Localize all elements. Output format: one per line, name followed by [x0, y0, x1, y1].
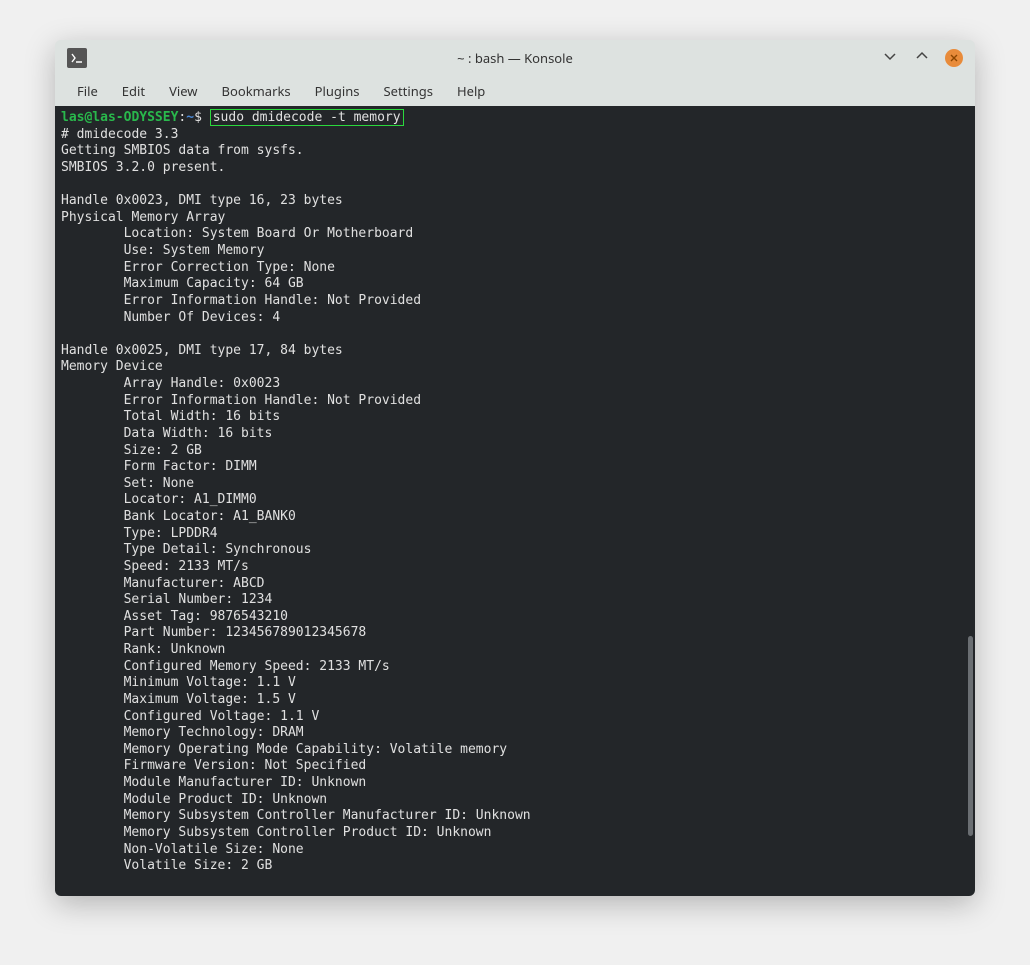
output-blank — [61, 177, 967, 194]
output-prop: Serial Number: 1234 — [61, 592, 967, 609]
output-prop: Configured Voltage: 1.1 V — [61, 709, 967, 726]
output-prop: Asset Tag: 9876543210 — [61, 609, 967, 626]
output-prop: Total Width: 16 bits — [61, 409, 967, 426]
output-blank — [61, 326, 967, 343]
output-prop: Memory Subsystem Controller Product ID: … — [61, 825, 967, 842]
output-line: Memory Device — [61, 359, 967, 376]
output-prop: Minimum Voltage: 1.1 V — [61, 675, 967, 692]
window-title: ~ : bash — Konsole — [457, 49, 573, 67]
output-prop: Error Correction Type: None — [61, 260, 967, 277]
menu-help[interactable]: Help — [445, 76, 497, 106]
maximize-button[interactable] — [913, 49, 931, 68]
output-line: # dmidecode 3.3 — [61, 127, 967, 144]
output-prop: Memory Operating Mode Capability: Volati… — [61, 742, 967, 759]
menubar: File Edit View Bookmarks Plugins Setting… — [55, 76, 975, 106]
output-prop: Part Number: 123456789012345678 — [61, 625, 967, 642]
output-prop: Locator: A1_DIMM0 — [61, 492, 967, 509]
scrollbar-thumb[interactable] — [968, 636, 973, 836]
app-icon — [67, 48, 87, 68]
output-prop: Firmware Version: Not Specified — [61, 758, 967, 775]
menu-file[interactable]: File — [65, 76, 110, 106]
output-prop: Configured Memory Speed: 2133 MT/s — [61, 659, 967, 676]
prompt-user-host: las@las-ODYSSEY — [61, 110, 178, 125]
output-prop: Non-Volatile Size: None — [61, 842, 967, 859]
output-prop: Memory Technology: DRAM — [61, 725, 967, 742]
output-prop: Memory Subsystem Controller Manufacturer… — [61, 808, 967, 825]
output-line: Handle 0x0025, DMI type 17, 84 bytes — [61, 343, 967, 360]
menu-settings[interactable]: Settings — [372, 76, 445, 106]
output-line: Physical Memory Array — [61, 210, 967, 227]
konsole-window: ~ : bash — Konsole File Edit View Bookma… — [55, 40, 975, 896]
menu-view[interactable]: View — [157, 76, 209, 106]
output-prop: Manufacturer: ABCD — [61, 576, 967, 593]
menu-plugins[interactable]: Plugins — [303, 76, 372, 106]
close-button[interactable] — [945, 49, 963, 67]
prompt-line: las@las-ODYSSEY:~$ sudo dmidecode -t mem… — [61, 110, 967, 127]
output-prop: Type: LPDDR4 — [61, 526, 967, 543]
output-prop: Maximum Voltage: 1.5 V — [61, 692, 967, 709]
output-prop: Data Width: 16 bits — [61, 426, 967, 443]
output-prop: Volatile Size: 2 GB — [61, 858, 967, 875]
output-prop: Error Information Handle: Not Provided — [61, 393, 967, 410]
prompt-path: ~ — [186, 110, 194, 125]
output-prop: Set: None — [61, 476, 967, 493]
menu-edit[interactable]: Edit — [110, 76, 157, 106]
minimize-button[interactable] — [881, 49, 899, 68]
output-prop: Type Detail: Synchronous — [61, 542, 967, 559]
entered-command: sudo dmidecode -t memory — [210, 109, 404, 126]
menu-bookmarks[interactable]: Bookmarks — [210, 76, 303, 106]
output-prop: Number Of Devices: 4 — [61, 310, 967, 327]
output-line: Getting SMBIOS data from sysfs. — [61, 143, 967, 160]
terminal[interactable]: las@las-ODYSSEY:~$ sudo dmidecode -t mem… — [55, 106, 975, 896]
titlebar[interactable]: ~ : bash — Konsole — [55, 40, 975, 76]
output-prop: Maximum Capacity: 64 GB — [61, 276, 967, 293]
output-line: SMBIOS 3.2.0 present. — [61, 160, 967, 177]
output-prop: Error Information Handle: Not Provided — [61, 293, 967, 310]
window-controls — [881, 49, 963, 68]
output-prop: Module Manufacturer ID: Unknown — [61, 775, 967, 792]
output-prop: Form Factor: DIMM — [61, 459, 967, 476]
output-prop: Module Product ID: Unknown — [61, 792, 967, 809]
output-prop: Location: System Board Or Motherboard — [61, 226, 967, 243]
output-prop: Size: 2 GB — [61, 443, 967, 460]
output-prop: Bank Locator: A1_BANK0 — [61, 509, 967, 526]
prompt-symbol: $ — [194, 110, 202, 125]
output-line: Handle 0x0023, DMI type 16, 23 bytes — [61, 193, 967, 210]
output-prop: Speed: 2133 MT/s — [61, 559, 967, 576]
output-prop: Rank: Unknown — [61, 642, 967, 659]
output-prop: Use: System Memory — [61, 243, 967, 260]
output-prop: Array Handle: 0x0023 — [61, 376, 967, 393]
